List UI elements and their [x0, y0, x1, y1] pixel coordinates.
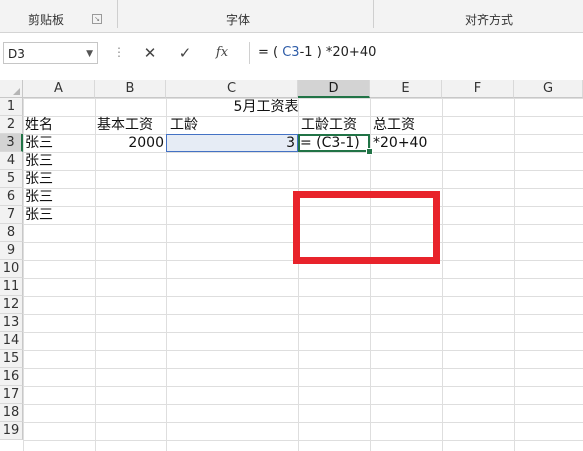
sheet-title: 5月工资表	[233, 99, 299, 115]
ribbon-separator	[373, 0, 374, 28]
header-total-salary[interactable]: 总工资	[373, 116, 415, 134]
more-options-icon[interactable]: ⋮	[113, 45, 125, 59]
select-all-corner[interactable]	[0, 80, 23, 98]
sheet-title-cell[interactable]: 5月工资表	[166, 98, 299, 116]
formula-text-start: = (	[258, 45, 283, 60]
fill-handle[interactable]	[366, 148, 373, 155]
row-header[interactable]: 17	[0, 386, 23, 404]
header-name[interactable]: 姓名	[25, 116, 53, 134]
column-header-g[interactable]: G	[514, 80, 583, 98]
column-header-e[interactable]: E	[370, 80, 442, 98]
row-header[interactable]: 7	[0, 206, 23, 224]
red-highlight-annotation	[293, 191, 440, 264]
enter-icon[interactable]: ✓	[174, 42, 196, 64]
column-header-c[interactable]: C	[166, 80, 298, 98]
row-header[interactable]: 11	[0, 278, 23, 296]
name-cell[interactable]: 张三	[25, 206, 53, 224]
name-box[interactable]: D3 ▼	[3, 42, 98, 64]
formula-text-end: -1 ) *20+40	[299, 45, 377, 60]
column-header-f[interactable]: F	[442, 80, 514, 98]
name-cell[interactable]: 张三	[25, 170, 53, 188]
formula-cell-reference: C3	[282, 45, 300, 60]
ribbon: 剪贴板 ↘ 字体 对齐方式	[0, 0, 583, 33]
header-seniority-pay[interactable]: 工龄工资	[301, 116, 357, 134]
row-header-selected[interactable]: 3	[0, 134, 23, 152]
row-header[interactable]: 2	[0, 116, 23, 134]
row-header[interactable]: 16	[0, 368, 23, 386]
base-salary-cell[interactable]: 2000	[95, 134, 164, 152]
ribbon-group-alignment: 对齐方式	[465, 13, 514, 27]
row-header[interactable]: 13	[0, 314, 23, 332]
row-header[interactable]: 8	[0, 224, 23, 242]
clipboard-launcher-icon[interactable]: ↘	[92, 14, 102, 24]
gridline	[514, 98, 515, 451]
row-header[interactable]: 19	[0, 422, 23, 440]
insert-function-icon[interactable]: fx	[211, 42, 233, 64]
cancel-icon[interactable]: ✕	[139, 42, 161, 64]
seniority-cell: 3	[286, 135, 295, 151]
row-header[interactable]: 10	[0, 260, 23, 278]
ribbon-group-font: 字体	[226, 13, 251, 27]
header-base-salary[interactable]: 基本工资	[97, 116, 153, 134]
row-header[interactable]: 1	[0, 98, 23, 116]
row-header[interactable]: 12	[0, 296, 23, 314]
column-header-d[interactable]: D	[298, 80, 370, 98]
row-header[interactable]: 14	[0, 332, 23, 350]
row-header[interactable]: 6	[0, 188, 23, 206]
row-header[interactable]: 5	[0, 170, 23, 188]
name-cell[interactable]: 张三	[25, 152, 53, 170]
formula-bar: D3 ▼ ⋮ ✕ ✓ fx = ( C3-1 ) *20+40	[0, 33, 583, 73]
formula-input[interactable]: = ( C3-1 ) *20+40	[249, 42, 583, 64]
worksheet-grid: A B C D E F G 1 2 3 4 5 6 7 8 9 10 11 12…	[0, 80, 583, 451]
header-seniority[interactable]: 工龄	[170, 116, 198, 134]
ribbon-separator	[117, 0, 118, 28]
ribbon-group-clipboard: 剪贴板	[28, 13, 65, 27]
active-cell-formula-end: *20+40	[373, 135, 428, 151]
name-cell[interactable]: 张三	[25, 134, 53, 152]
column-header-a[interactable]: A	[23, 80, 95, 98]
gridline	[442, 98, 443, 451]
name-cell[interactable]: 张三	[25, 188, 53, 206]
row-header[interactable]: 18	[0, 404, 23, 422]
row-header[interactable]: 9	[0, 242, 23, 260]
chevron-down-icon[interactable]: ▼	[86, 43, 93, 65]
row-header[interactable]: 4	[0, 152, 23, 170]
column-header-b[interactable]: B	[95, 80, 166, 98]
name-box-value: D3	[8, 47, 25, 61]
row-header[interactable]: 15	[0, 350, 23, 368]
active-cell-formula-start: = (C3-1)	[300, 135, 360, 151]
